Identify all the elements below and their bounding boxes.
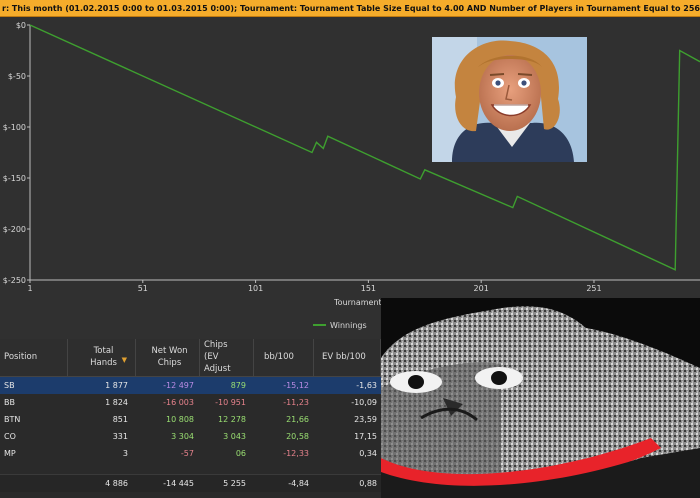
column-header-net-won-chips[interactable]: Net Won Chips	[136, 339, 200, 377]
ev-chips-cell: 12 278	[218, 415, 246, 424]
ev-bb100-cell: 23,59	[354, 415, 377, 424]
y-tick-label: $-150	[3, 174, 26, 183]
net-won-cell: -16 003	[163, 398, 194, 407]
ev-bb100-cell: -1,63	[356, 381, 377, 390]
bb100-cell: -11,23	[283, 398, 309, 407]
y-tick-label: $-50	[8, 72, 26, 81]
winnings-graph-panel: $0 $-50 $-100 $-150 $-200 $-250 1 51 101 151 201 25…	[0, 17, 700, 339]
total-ev-bb100-cell: 0,88	[359, 479, 377, 488]
ev-chips-cell: 879	[230, 381, 246, 390]
ev-bb100-cell: -10,09	[351, 398, 377, 407]
net-won-cell: -57	[180, 449, 194, 458]
filter-description-bar: r: This month (01.02.2015 0:00 to 01.03.…	[0, 0, 700, 17]
total-hands-cell: 4 886	[105, 479, 128, 488]
y-tick-label: $-250	[3, 276, 26, 285]
net-won-cell: -12 497	[163, 381, 194, 390]
x-axis-title: Tournaments	[333, 298, 386, 307]
hands-cell: 1 877	[105, 381, 128, 390]
position-cell: MP	[4, 449, 16, 458]
totals-row: 4 886 -14 445 5 255 -4,84 0,88	[0, 474, 381, 492]
column-header-bb-per-100[interactable]: bb/100	[254, 339, 314, 377]
net-won-cell: 3 304	[171, 432, 194, 441]
column-header-total-hands[interactable]: Total Hands ▼	[68, 339, 136, 377]
bb100-cell: 20,58	[286, 432, 309, 441]
table-row[interactable]: CO 331 3 304 3 043 20,58 17,15	[0, 428, 381, 445]
total-ev-chips-cell: 5 255	[223, 479, 246, 488]
winnings-series-line	[29, 24, 700, 271]
bb100-cell: 21,66	[286, 415, 309, 424]
hands-cell: 851	[112, 415, 128, 424]
ev-bb100-cell: 0,34	[359, 449, 377, 458]
total-bb100-cell: -4,84	[288, 479, 309, 488]
net-won-cell: 10 808	[166, 415, 194, 424]
x-tick-label: 1	[27, 284, 32, 293]
position-cell: BB	[4, 398, 15, 407]
column-header-ev-bb-per-100[interactable]: EV bb/100	[314, 339, 381, 377]
ev-chips-cell: -10 951	[215, 398, 246, 407]
ev-chips-cell: 06	[235, 449, 246, 458]
column-header-chips-ev-adjust[interactable]: Chips (EV Adjust	[200, 339, 254, 377]
table-row[interactable]: SB 1 877 -12 497 879 -15,12 -1,63	[0, 377, 381, 394]
table-row[interactable]: MP 3 -57 06 -12,33 0,34	[0, 445, 381, 462]
x-tick-label: 101	[248, 284, 263, 293]
hands-cell: 331	[112, 432, 128, 441]
position-cell: CO	[4, 432, 16, 441]
hands-cell: 3	[122, 449, 128, 458]
y-tick-label: $0	[16, 21, 26, 30]
position-cell: BTN	[4, 415, 21, 424]
sort-descending-icon: ▼	[121, 356, 127, 364]
table-row[interactable]: BB 1 824 -16 003 -10 951 -11,23 -10,09	[0, 394, 381, 411]
hands-cell: 1 824	[105, 398, 128, 407]
y-tick-label: $-100	[3, 123, 26, 132]
x-tick-label: 51	[138, 284, 148, 293]
legend-label: Winnings	[330, 321, 367, 330]
table-row[interactable]: BTN 851 10 808 12 278 21,66 23,59	[0, 411, 381, 428]
x-tick-label: 151	[361, 284, 376, 293]
x-tick-label: 251	[586, 284, 601, 293]
position-cell: SB	[4, 381, 15, 390]
ev-chips-cell: 3 043	[223, 432, 246, 441]
total-net-won-cell: -14 445	[163, 479, 194, 488]
bb100-cell: -15,12	[283, 381, 309, 390]
bb100-cell: -12,33	[283, 449, 309, 458]
ev-bb100-cell: 17,15	[354, 432, 377, 441]
column-header-position[interactable]: Position	[0, 339, 68, 377]
position-stats-table: Position Total Hands ▼ Net Won Chips Chip…	[0, 339, 381, 498]
winnings-line-chart: $0$-50$-100$-150$-200$-2501 51 101 151 201 25…	[3, 21, 700, 330]
y-tick-label: $-200	[3, 225, 26, 234]
shocked-cat-image	[381, 298, 700, 498]
grinning-man-photo	[432, 37, 587, 162]
x-tick-label: 201	[474, 284, 489, 293]
